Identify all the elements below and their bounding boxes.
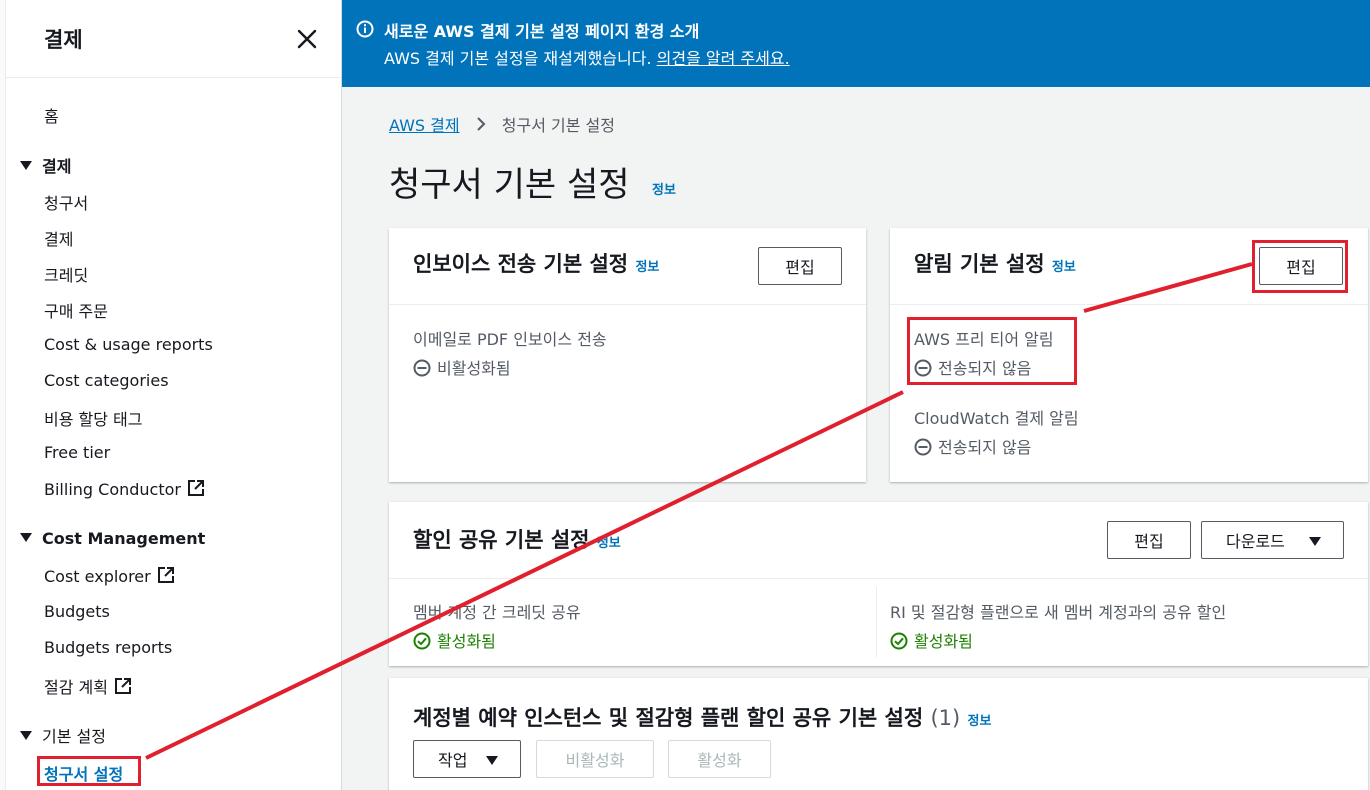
column-divider <box>876 587 877 657</box>
sidebar-item-cost-allocation-tags[interactable]: 비용 할당 태그 <box>44 406 143 430</box>
ri-sharing-status: 활성화됨 <box>890 628 973 652</box>
minus-circle-icon <box>413 359 431 377</box>
sidebar-title: 결제 <box>44 28 83 52</box>
ri-info-link[interactable]: 정보 <box>968 714 992 729</box>
ri-card-count: (1) <box>930 706 961 730</box>
sidebar-item-home[interactable]: 홈 <box>44 103 59 127</box>
check-circle-icon <box>413 632 431 650</box>
activate-button[interactable]: 활성화 <box>668 740 771 778</box>
credit-sharing-label: 멤버 계정 간 크레딧 공유 <box>413 603 581 622</box>
sidebar-item-cost-explorer[interactable]: Cost explorer <box>44 566 175 586</box>
deactivate-button[interactable]: 비활성화 <box>536 740 654 778</box>
discount-info-link[interactable]: 정보 <box>597 536 621 551</box>
external-link-icon <box>157 567 174 583</box>
caret-down-icon <box>486 756 498 765</box>
cloudwatch-alert-status: 전송되지 않음 <box>914 434 1031 458</box>
actions-dropdown-button[interactable]: 작업 <box>413 740 521 778</box>
cloudwatch-alert-label: CloudWatch 결제 알림 <box>914 409 1079 428</box>
highlight-free-tier-alert <box>907 317 1077 385</box>
breadcrumb-current: 청구서 기본 설정 <box>501 116 615 135</box>
sidebar-header: 결제 <box>6 0 341 78</box>
page-info-link[interactable]: 정보 <box>652 179 676 198</box>
sidebar-item-credits[interactable]: 크레딧 <box>44 262 88 286</box>
sidebar-item-purchase-orders[interactable]: 구매 주문 <box>44 298 108 322</box>
invoice-field-label: 이메일로 PDF 인보이스 전송 <box>413 330 607 349</box>
sidebar-section-preferences[interactable]: 기본 설정 <box>20 723 106 747</box>
invoice-edit-button[interactable]: 편집 <box>758 247 842 285</box>
feedback-link[interactable]: 의견을 알려 주세요. <box>657 49 790 68</box>
banner-title: 새로운 AWS 결제 기본 설정 페이지 환경 소개 <box>384 22 700 41</box>
chevron-right-icon <box>476 117 486 131</box>
download-dropdown-button[interactable]: 다운로드 <box>1201 521 1344 559</box>
caret-down-icon <box>20 161 32 170</box>
page-title: 청구서 기본 설정 <box>389 165 630 205</box>
close-icon[interactable] <box>296 28 318 50</box>
sidebar-item-budgets-reports[interactable]: Budgets reports <box>44 638 172 657</box>
sidebar-item-cost-categories[interactable]: Cost categories <box>44 371 169 390</box>
breadcrumb: AWS 결제 청구서 기본 설정 <box>389 112 615 136</box>
sidebar-section-billing[interactable]: 결제 <box>20 153 71 177</box>
check-circle-icon <box>890 632 908 650</box>
billing-sidebar: 결제 홈 결제 청구서 결제 크레딧 구매 주문 Cost & usage re… <box>0 0 342 790</box>
sidebar-item-cost-usage-reports[interactable]: Cost & usage reports <box>44 335 213 354</box>
caret-down-icon <box>20 731 32 740</box>
invoice-info-link[interactable]: 정보 <box>635 260 659 275</box>
announcement-banner: 새로운 AWS 결제 기본 설정 페이지 환경 소개 AWS 결제 기본 설정을… <box>342 0 1370 87</box>
invoice-delivery-card: 인보이스 전송 기본 설정 정보 편집 이메일로 PDF 인보이스 전송 비활성… <box>389 228 866 482</box>
external-link-icon <box>187 480 204 496</box>
discount-edit-button[interactable]: 편집 <box>1107 521 1191 559</box>
alert-info-link[interactable]: 정보 <box>1052 260 1076 275</box>
ri-sharing-card: 계정별 예약 인스턴스 및 절감형 플랜 할인 공유 기본 설정 (1) 정보 … <box>389 678 1368 790</box>
sidebar-item-bills[interactable]: 청구서 <box>44 190 88 214</box>
sidebar-item-payments[interactable]: 결제 <box>44 226 73 250</box>
sidebar-item-savings-plans[interactable]: 절감 계획 <box>44 674 132 698</box>
banner-text: AWS 결제 기본 설정을 재설계했습니다. 의견을 알려 주세요. <box>384 49 790 68</box>
external-link-icon <box>114 678 131 694</box>
minus-circle-icon <box>914 438 932 456</box>
discount-card-title: 할인 공유 기본 설정 정보 <box>413 528 621 552</box>
ri-card-title: 계정별 예약 인스턴스 및 절감형 플랜 할인 공유 기본 설정 (1) 정보 <box>413 706 992 730</box>
sidebar-item-free-tier[interactable]: Free tier <box>44 443 110 462</box>
left-edge-strip <box>0 0 6 790</box>
invoice-field-status: 비활성화됨 <box>413 355 511 379</box>
caret-down-icon <box>20 533 32 542</box>
invoice-card-title: 인보이스 전송 기본 설정 정보 <box>413 252 660 276</box>
ri-sharing-label: RI 및 절감형 플랜으로 새 멤버 계정과의 공유 할인 <box>890 603 1227 622</box>
credit-sharing-status: 활성화됨 <box>413 628 496 652</box>
info-circle-icon <box>356 20 374 38</box>
sidebar-section-cost-management[interactable]: Cost Management <box>20 529 205 548</box>
sidebar-item-budgets[interactable]: Budgets <box>44 602 110 621</box>
highlight-invoice-settings <box>37 756 141 786</box>
caret-down-icon <box>1309 537 1321 546</box>
highlight-alert-edit <box>1252 240 1348 293</box>
breadcrumb-aws-billing[interactable]: AWS 결제 <box>389 116 460 135</box>
sidebar-item-billing-conductor[interactable]: Billing Conductor <box>44 479 205 499</box>
discount-sharing-card: 할인 공유 기본 설정 정보 편집 다운로드 멤버 계정 간 크레딧 공유 활성… <box>389 502 1368 666</box>
alert-card-title: 알림 기본 설정 정보 <box>914 252 1076 276</box>
